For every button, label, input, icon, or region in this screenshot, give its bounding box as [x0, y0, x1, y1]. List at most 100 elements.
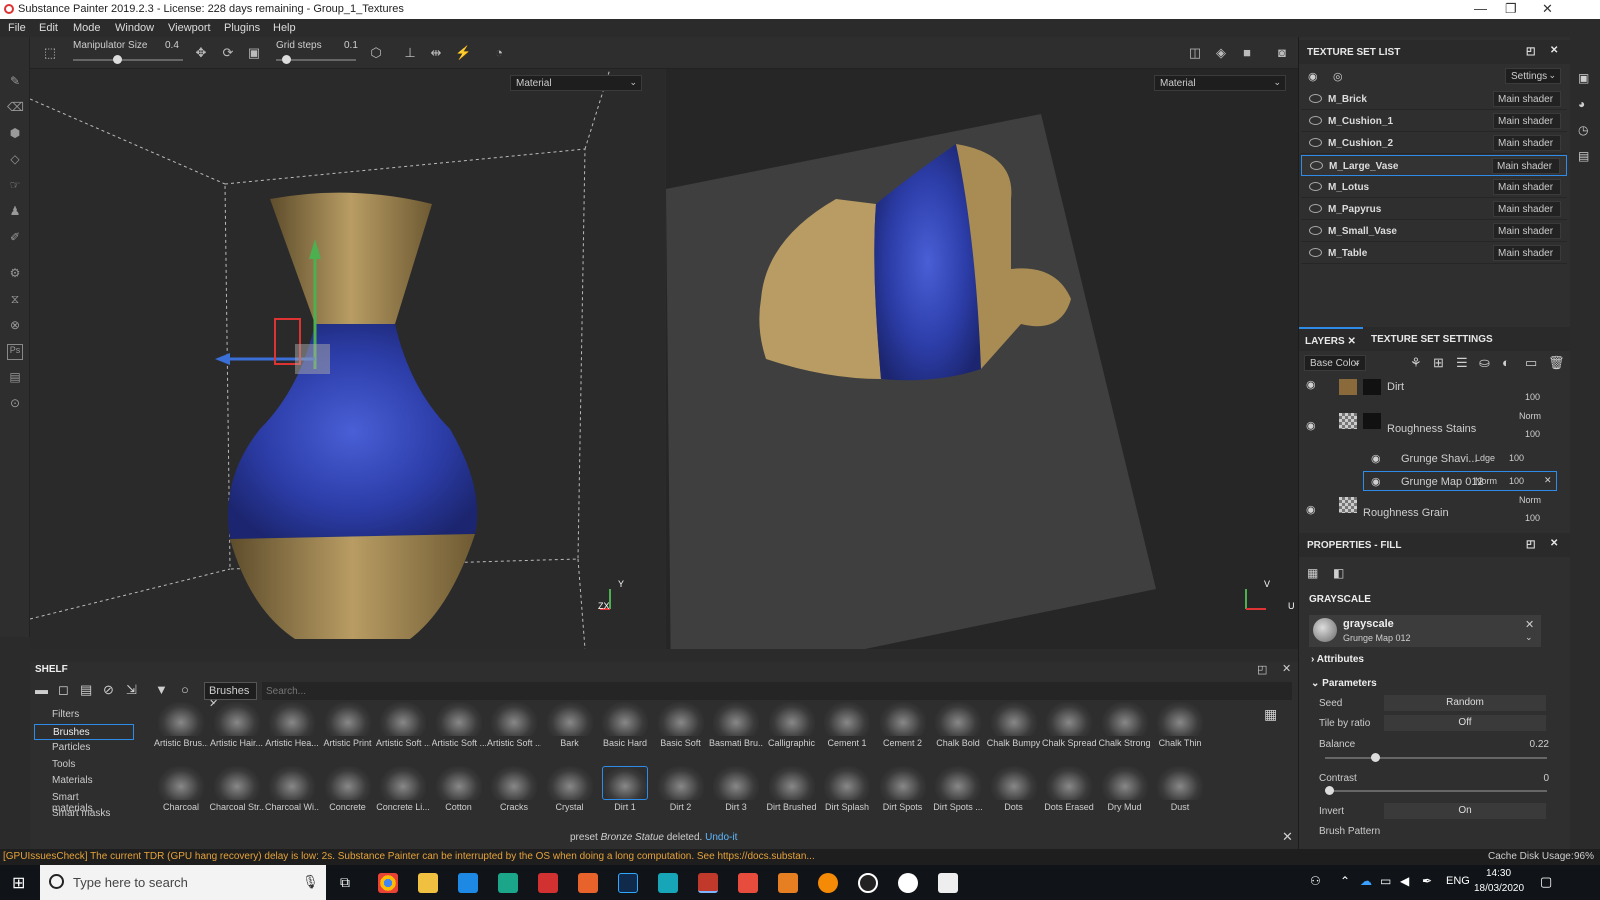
shader-dropdown[interactable]: Main shader [1493, 113, 1561, 129]
display-settings-icon[interactable]: ▣ [1578, 71, 1589, 85]
hide-icon[interactable]: ⊘ [103, 682, 114, 698]
layer-opacity[interactable]: 100 [1525, 429, 1540, 439]
texture-set-row[interactable]: M_Lotus Main shader [1301, 177, 1567, 198]
brushes-filter-tag[interactable]: Brushes ✕ [204, 682, 257, 710]
category-materials[interactable]: Materials [34, 773, 134, 789]
import-icon[interactable]: ⇲ [126, 682, 137, 698]
3dsmax-icon[interactable] [658, 873, 678, 893]
manipulator-size-slider[interactable] [73, 55, 183, 64]
w-app-icon[interactable] [898, 873, 918, 893]
add-folder-icon[interactable]: ▭ [1525, 355, 1537, 371]
pen-icon[interactable]: ✒ [1422, 874, 1432, 888]
grid-view-icon[interactable]: ▦ [1264, 706, 1277, 723]
brush-preset[interactable]: Dirt 3 [709, 766, 763, 828]
language-indicator[interactable]: ENG [1446, 875, 1470, 887]
close-panel-icon[interactable]: ✕ [1550, 538, 1558, 549]
close-window-icon[interactable]: ✕ [1542, 1, 1553, 17]
blender-alt-icon[interactable] [778, 873, 798, 893]
log-icon[interactable]: ▤ [1578, 149, 1589, 163]
plugin-icon[interactable]: ⊗ [7, 318, 23, 334]
shader-dropdown[interactable]: Main shader [1493, 179, 1561, 195]
brush-preset[interactable]: Concrete [321, 766, 375, 828]
eye-icon[interactable] [1309, 94, 1322, 103]
seed-button[interactable]: Random [1384, 695, 1546, 711]
rotate-icon[interactable]: ⟳ [220, 45, 236, 61]
parameters-toggle[interactable]: ⌄ Parameters [1311, 678, 1377, 689]
align-icon[interactable]: ⊥ [402, 45, 418, 61]
category-particles[interactable]: Particles [34, 740, 134, 756]
creative-cloud-icon[interactable] [538, 873, 558, 893]
projection-icon[interactable]: ⬢ [7, 126, 23, 142]
brush-preset[interactable]: Dirt Splash [820, 766, 874, 828]
eye-icon[interactable] [1310, 161, 1323, 170]
layer-eye-icon[interactable]: ◉ [1306, 378, 1316, 391]
clock-time[interactable]: 14:30 [1486, 868, 1511, 879]
taskbar-search-box[interactable]: Type here to search 🎙 [40, 865, 326, 900]
history-clock-icon[interactable]: ◷ [1578, 123, 1588, 137]
dismiss-notice-icon[interactable]: ✕ [1282, 829, 1293, 845]
balance-slider[interactable] [1325, 753, 1547, 762]
effect-eye-icon[interactable]: ◉ [1371, 475, 1381, 488]
contrast-slider[interactable] [1325, 786, 1547, 795]
brush-preset[interactable]: Charcoal [154, 766, 208, 828]
magic-wand-icon[interactable]: ⚘ [1410, 355, 1422, 371]
symmetry-icon[interactable]: ⚡ [455, 45, 471, 61]
close-tab-icon[interactable]: ✕ [1347, 336, 1355, 347]
layer-opacity[interactable]: 100 [1525, 513, 1540, 523]
category-smart-masks[interactable]: Smart masks [34, 806, 134, 822]
people-icon[interactable]: ⚇ [1310, 874, 1321, 888]
blender-icon[interactable] [818, 873, 838, 893]
photoshop-taskbar-icon[interactable] [618, 873, 638, 893]
affinity-icon[interactable] [498, 873, 518, 893]
brush-preset[interactable]: Dust [1153, 766, 1207, 828]
menu-edit[interactable]: Edit [39, 22, 58, 34]
eraser-icon[interactable]: ⌫ [7, 100, 24, 116]
visibility-eye-icon[interactable]: ◉ [1308, 70, 1318, 83]
remove-resource-icon[interactable]: ✕ [1525, 618, 1534, 631]
brush-preset[interactable]: Bark [543, 702, 597, 764]
close-panel-icon[interactable]: ✕ [1282, 662, 1291, 675]
eye-icon[interactable] [1309, 116, 1322, 125]
tsl-settings-dropdown[interactable]: Settings ⌄ [1505, 68, 1561, 84]
add-fill-layer-icon[interactable]: ⛀ [1479, 355, 1490, 371]
category-tools[interactable]: Tools [34, 757, 134, 773]
layer-eye-icon[interactable]: ◉ [1306, 503, 1316, 516]
brush-preset[interactable]: Dirt 2 [654, 766, 708, 828]
resource-slot[interactable]: grayscale Grunge Map 012 ✕ ⌄ [1309, 615, 1541, 647]
effect-eye-icon[interactable]: ◉ [1371, 452, 1381, 465]
tab-layers[interactable]: LAYERS ✕ [1299, 327, 1363, 351]
microphone-icon[interactable]: 🎙 [302, 874, 319, 890]
material-icon[interactable]: ◧ [1333, 566, 1344, 580]
substance-designer-icon[interactable] [738, 873, 758, 893]
close-panel-icon[interactable]: ✕ [1550, 45, 1558, 56]
color-picker-icon[interactable]: ✐ [7, 230, 23, 246]
brush-preset[interactable]: Basic Soft [654, 702, 708, 764]
texture-set-row[interactable]: M_Cushion_2 Main shader [1301, 133, 1567, 154]
brush-preset[interactable]: Calligraphic [765, 702, 819, 764]
unreal-icon[interactable] [858, 873, 878, 893]
layer-blend[interactable]: Norm [1519, 411, 1541, 421]
shader-dropdown[interactable]: Main shader [1493, 223, 1561, 239]
brush-preset[interactable]: Artistic Soft ... [487, 702, 541, 764]
mail-icon[interactable] [458, 873, 478, 893]
brush-preset[interactable]: Cement 2 [876, 702, 930, 764]
brush-preset[interactable]: Chalk Bumpy [987, 702, 1041, 764]
effect-opacity[interactable]: 100 [1509, 453, 1524, 463]
task-view-icon[interactable]: ⧉ [340, 874, 350, 891]
remove-effect-icon[interactable]: ✕ [1544, 475, 1552, 486]
texture-set-row-selected[interactable]: M_Large_Vase Main shader [1301, 155, 1567, 176]
photos-icon[interactable] [938, 873, 958, 893]
file-explorer-icon[interactable] [418, 873, 438, 893]
float-panel-icon[interactable]: ◰ [1526, 539, 1535, 550]
shader-dropdown[interactable]: Main shader [1493, 135, 1561, 151]
clock-date[interactable]: 18/03/2020 [1474, 883, 1524, 894]
viewport-3d[interactable]: Material ⌄ Y ZX [30, 69, 665, 649]
mirror-icon[interactable]: ⇹ [428, 45, 444, 61]
brush-preset[interactable]: Artistic Hair... [210, 702, 264, 764]
balance-value[interactable]: 0.22 [1530, 739, 1549, 750]
brush-preset[interactable]: Cement 1 [820, 702, 874, 764]
photoshop-icon[interactable]: Ps [7, 344, 23, 360]
layer-opacity[interactable]: 100 [1525, 392, 1540, 402]
eye-icon[interactable] [1309, 138, 1322, 147]
shelf-search-input[interactable] [262, 682, 1292, 700]
